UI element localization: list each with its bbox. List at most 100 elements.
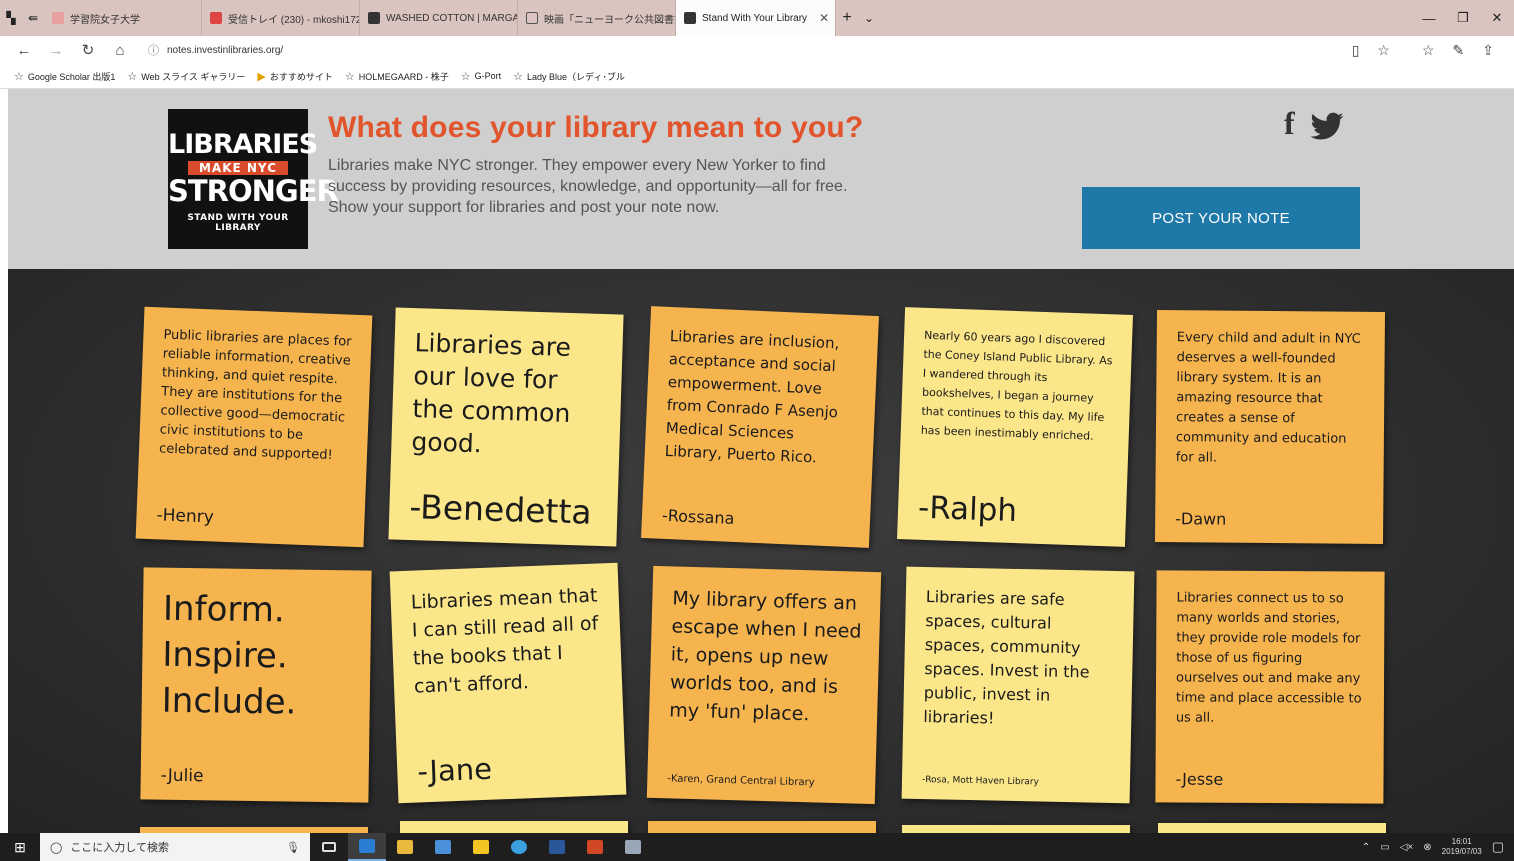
star-icon: ☆ [127,70,138,83]
file-explorer-icon[interactable] [386,833,424,861]
tab-actions-icon[interactable]: ▚ [0,0,22,36]
refresh-icon[interactable]: ↻ [72,41,104,59]
favorite-star-icon[interactable]: ☆ [1377,42,1390,59]
note-signature: -Julie [160,765,204,787]
app-icon[interactable] [614,833,652,861]
note-signature: -Rossana [661,505,735,528]
reading-view-icon[interactable]: ▯ [1352,42,1360,59]
home-icon[interactable]: ⌂ [104,42,136,59]
note-text: Inform. Inspire. Include. [161,588,297,723]
clock-date: 2019/07/03 [1441,847,1482,856]
favorite-label: Web スライス ギャラリー [141,71,246,82]
share-icon[interactable]: ⇪ [1482,42,1494,59]
note-signature: -Karen, Grand Central Library [667,773,815,789]
sticky-notes-icon[interactable] [462,833,500,861]
post-your-note-button[interactable]: POST YOUR NOTE [1082,187,1360,249]
clock[interactable]: 16:01 2019/07/03 [1442,837,1482,857]
note-text: Public libraries are places for reliable… [158,327,352,464]
action-center-icon[interactable]: ▢ [1492,839,1504,855]
note-card[interactable]: Libraries are inclusion, acceptance and … [641,306,879,548]
new-tab-button[interactable]: + [836,0,858,36]
favorite-item[interactable]: ☆ Google Scholar 出版1 [14,70,115,83]
note-signature: -Jesse [1175,769,1224,789]
favorite-item[interactable]: ▶ おすすめサイト [257,70,332,83]
task-view-icon[interactable] [310,833,348,861]
note-card[interactable]: Nearly 60 years ago I discovered the Con… [897,307,1133,547]
star-icon: ☆ [513,70,524,83]
note-card[interactable] [400,821,628,833]
star-icon: ☆ [14,70,24,83]
favorite-item[interactable]: ☆ G-Port [461,70,501,83]
close-window-icon[interactable]: ✕ [1480,10,1514,26]
tab-label: WASHED COTTON | MARGA [386,12,518,24]
browser-tab-strip: ▚ ⇚ 学習院女子大学 受信トレイ (230) - mkoshi172 WASH… [0,0,1514,36]
social-links: f [1284,105,1345,153]
twitter-icon[interactable] [1309,105,1345,153]
note-signature: -Ralph [917,489,1018,530]
forward-icon[interactable]: → [40,42,72,59]
note-card[interactable]: Every child and adult in NYC deserves a … [1154,310,1386,544]
tab-label: 学習院女子大学 [70,14,140,26]
tab-washed-cotton[interactable]: WASHED COTTON | MARGA [360,0,518,36]
powerpoint-icon[interactable] [576,833,614,861]
facebook-icon[interactable]: f [1284,105,1295,153]
note-card[interactable]: My library offers an escape when I need … [646,565,882,805]
store-icon[interactable] [424,833,462,861]
site-info-icon[interactable]: ⓘ [148,42,159,58]
tab-label: 映画「ニューヨーク公共図書館 [544,14,676,26]
favorite-label: G-Port [474,71,502,81]
tab-nypl-movie[interactable]: 映画「ニューヨーク公共図書館 [518,0,676,36]
windows-taskbar: ⊞ ◯ ここに入力して検索 🎙 ⌃ ▭ ◁× ⊗ 16:01 2019/07/0… [0,833,1514,861]
tab-inbox[interactable]: 受信トレイ (230) - mkoshi172 [202,0,360,36]
ime-icon[interactable]: ⊗ [1423,842,1431,853]
note-card[interactable]: Libraries are safe spaces, cultural spac… [901,566,1135,804]
url-field[interactable]: ⓘ notes.investinlibraries.org/ [148,42,1352,58]
note-text: Libraries are inclusion, acceptance and … [664,326,840,467]
note-signature: -Henry [156,505,215,528]
tab-list-chevron-icon[interactable]: ⌄ [858,0,880,36]
favorite-label: Lady Blue（レディ･ブル [527,71,625,82]
favorite-item[interactable]: ☆ Lady Blue（レディ･ブル [513,70,625,83]
set-aside-tabs-icon[interactable]: ⇚ [22,0,44,36]
address-bar: ← → ↻ ⌂ ⓘ notes.investinlibraries.org/ ▯… [0,36,1514,64]
note-card[interactable] [1158,823,1386,833]
favorite-item[interactable]: ☆ HOLMEGAARD - 株子 [345,70,449,83]
restore-icon[interactable]: ❐ [1446,10,1480,26]
web-page: LIBRARIES MAKE NYC STRONGER STAND WITH Y… [8,89,1514,833]
favorite-item[interactable]: ☆ Web スライス ギャラリー [127,70,245,83]
note-card[interactable]: Inform. Inspire. Include. -Julie [140,567,372,803]
skype-icon[interactable] [500,833,538,861]
url-text: notes.investinlibraries.org/ [167,44,284,56]
logo-line: STRONGER [168,174,339,208]
back-icon[interactable]: ← [8,42,40,59]
note-card[interactable] [902,825,1130,833]
favorites-hub-icon[interactable]: ☆ [1422,42,1435,59]
taskbar-search[interactable]: ◯ ここに入力して検索 🎙 [40,833,310,861]
site-favicon-icon [52,12,64,24]
tab-stand-with-your-library[interactable]: Stand With Your Library ✕ [676,0,836,36]
tab-gakushuin[interactable]: 学習院女子大学 [44,0,202,36]
note-card[interactable]: Libraries are our love for the common go… [388,307,624,547]
hero-section: LIBRARIES MAKE NYC STRONGER STAND WITH Y… [8,89,1514,269]
note-card[interactable]: Libraries mean that I can still read all… [389,562,627,804]
star-icon: ☆ [460,70,471,83]
note-signature: -Dawn [1175,509,1227,529]
note-text: My library offers an escape when I need … [668,587,862,726]
minimize-icon[interactable]: — [1412,11,1446,26]
note-card[interactable] [648,821,876,833]
page-subtitle: Libraries make NYC stronger. They empowe… [328,157,848,216]
note-card[interactable]: Public libraries are places for reliable… [135,306,373,548]
edge-browser-icon[interactable] [348,833,386,861]
network-icon[interactable]: ▭ [1380,842,1389,853]
word-icon[interactable] [538,833,576,861]
logo-line: LIBRARIES [168,129,318,160]
windows-start-icon[interactable]: ⊞ [0,839,40,856]
note-text: Libraries connect us to so many worlds a… [1175,590,1362,726]
chevron-up-icon[interactable]: ⌃ [1362,842,1370,853]
microphone-icon[interactable]: 🎙 [286,841,300,854]
close-tab-icon[interactable]: ✕ [819,11,829,25]
pen-icon[interactable]: ✎ [1453,42,1465,59]
libraries-logo[interactable]: LIBRARIES MAKE NYC STRONGER STAND WITH Y… [168,109,339,249]
volume-icon[interactable]: ◁× [1400,842,1414,853]
note-card[interactable]: Libraries connect us to so many worlds a… [1155,570,1385,804]
